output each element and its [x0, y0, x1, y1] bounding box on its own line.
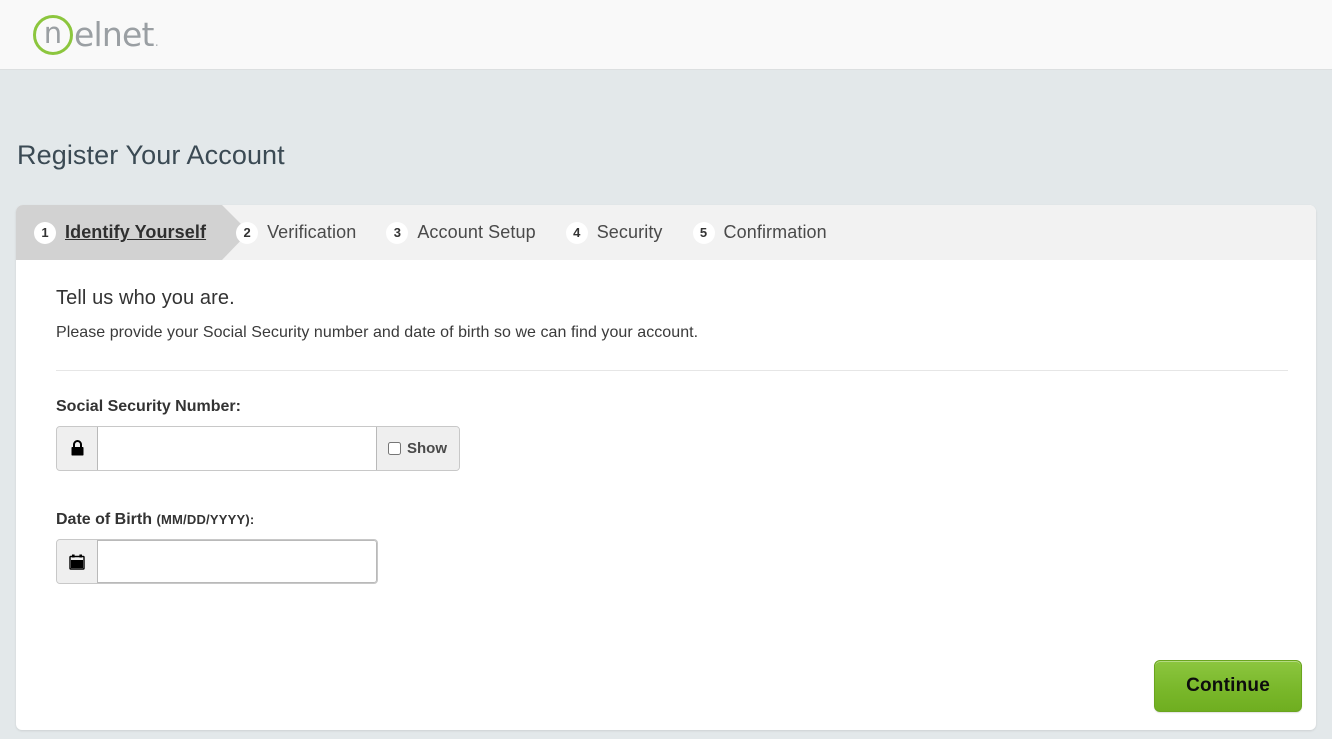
ssn-show-toggle[interactable]: Show: [377, 427, 459, 470]
step-account-setup[interactable]: 3 Account Setup: [372, 205, 551, 260]
lead-title: Tell us who you are.: [56, 287, 235, 309]
step-verification[interactable]: 2 Verification: [222, 205, 372, 260]
ssn-input-group: Show: [56, 426, 460, 471]
step-label: Verification: [267, 222, 357, 242]
calendar-icon: [57, 540, 97, 583]
lead-description: Please provide your Social Security numb…: [56, 324, 699, 341]
logo-mark-letter: n: [43, 16, 63, 50]
step-number-badge: 2: [236, 221, 259, 244]
logo-trademark-dot: .: [154, 32, 159, 50]
card-footer: Continue: [1154, 660, 1302, 712]
section-divider: [56, 370, 1288, 371]
dob-field-group: Date of Birth (MM/DD/YYYY):: [56, 511, 1276, 584]
dob-label: Date of Birth (MM/DD/YYYY):: [56, 511, 1276, 529]
step-confirmation[interactable]: 5 Confirmation: [679, 205, 843, 260]
step-label: Security: [596, 222, 663, 242]
dob-input-group: [56, 539, 378, 584]
card-body: Tell us who you are. Please provide your…: [16, 260, 1316, 584]
dob-label-text: Date of Birth: [56, 511, 152, 528]
show-ssn-checkbox[interactable]: [388, 442, 401, 455]
logo-circle-icon: n: [33, 14, 73, 55]
ssn-input[interactable]: [97, 427, 377, 470]
step-number-badge: 1: [34, 221, 56, 244]
step-number-badge: 5: [692, 221, 715, 244]
show-ssn-label[interactable]: Show: [407, 440, 447, 457]
step-label: Confirmation: [723, 222, 827, 242]
lock-icon: [57, 427, 97, 470]
step-identify-yourself[interactable]: 1 Identify Yourself: [16, 205, 250, 260]
step-number-badge: 4: [565, 221, 588, 244]
dob-format-hint: (MM/DD/YYYY):: [156, 512, 255, 527]
step-security[interactable]: 4 Security: [552, 205, 679, 260]
ssn-label: Social Security Number:: [56, 398, 241, 415]
ssn-field-group: Social Security Number: Show: [56, 398, 1276, 471]
registration-card: 1 Identify Yourself 2 Verification 3 Acc…: [16, 205, 1316, 730]
step-label: Identify Yourself: [65, 222, 207, 242]
step-progress-bar: 1 Identify Yourself 2 Verification 3 Acc…: [16, 205, 1316, 260]
logo-wordmark: elnet: [74, 15, 154, 54]
step-number-badge: 3: [386, 221, 409, 244]
site-header: n elnet .: [0, 0, 1332, 70]
continue-button[interactable]: Continue: [1154, 660, 1302, 712]
page-title: Register Your Account: [17, 140, 285, 171]
step-label: Account Setup: [417, 222, 536, 242]
nelnet-logo[interactable]: n elnet .: [33, 14, 159, 55]
dob-input[interactable]: [97, 540, 377, 583]
